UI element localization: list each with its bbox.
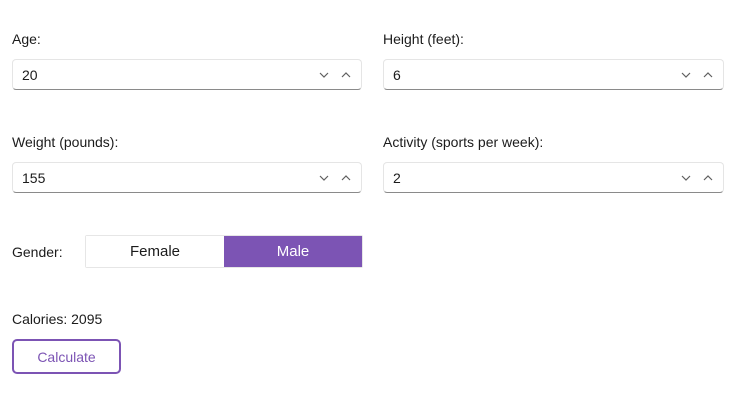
weight-number-box[interactable]: 155	[12, 162, 362, 193]
gender-label: Gender:	[12, 244, 63, 260]
height-value[interactable]: 6	[393, 66, 401, 84]
calculate-button[interactable]: Calculate	[12, 339, 121, 374]
chevron-up-icon[interactable]	[700, 66, 716, 84]
chevron-down-icon[interactable]	[678, 66, 694, 84]
chevron-up-icon[interactable]	[700, 169, 716, 187]
weight-value[interactable]: 155	[22, 169, 45, 187]
chevron-down-icon[interactable]	[678, 169, 694, 187]
weight-label: Weight (pounds):	[12, 134, 119, 150]
height-number-box[interactable]: 6	[383, 59, 724, 90]
age-value[interactable]: 20	[22, 66, 38, 84]
activity-value[interactable]: 2	[393, 169, 401, 187]
height-label: Height (feet):	[383, 31, 464, 47]
chevron-down-icon[interactable]	[316, 169, 332, 187]
activity-label: Activity (sports per week):	[383, 134, 544, 150]
chevron-up-icon[interactable]	[338, 169, 354, 187]
chevron-up-icon[interactable]	[338, 66, 354, 84]
age-label: Age:	[12, 31, 41, 47]
gender-option-male[interactable]: Male	[224, 236, 362, 267]
gender-option-female[interactable]: Female	[86, 236, 224, 267]
gender-segmented-control: Female Male	[85, 235, 363, 268]
age-number-box[interactable]: 20	[12, 59, 362, 90]
chevron-down-icon[interactable]	[316, 66, 332, 84]
activity-number-box[interactable]: 2	[383, 162, 724, 193]
calories-result: Calories: 2095	[12, 311, 103, 327]
